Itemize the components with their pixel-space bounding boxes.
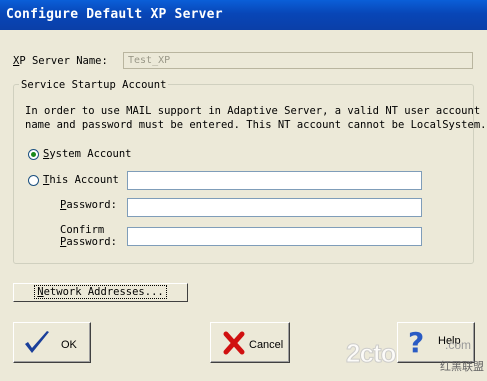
- server-name-label-text: P Server Name:: [19, 55, 108, 67]
- description-line-2: name and password must be entered. This …: [25, 119, 487, 131]
- check-icon: [25, 331, 49, 353]
- watermark-brand: 2cto: [345, 338, 396, 369]
- network-label-text: etwork Addresses...: [43, 286, 164, 298]
- system-account-radio[interactable]: [28, 149, 39, 160]
- this-account-label-text: his Account: [49, 174, 119, 186]
- svg-text:?: ?: [408, 326, 424, 356]
- this-account-radio[interactable]: [28, 175, 39, 186]
- cancel-label: Cancel: [249, 339, 284, 351]
- help-label: Help: [438, 335, 461, 347]
- confirm-password-input[interactable]: [127, 227, 422, 246]
- cancel-icon: [223, 331, 245, 355]
- network-addresses-focus: Network Addresses...: [34, 285, 167, 299]
- password-label-text: assword:: [66, 199, 117, 211]
- help-button[interactable]: ? Help: [397, 322, 475, 363]
- system-account-label[interactable]: System Account: [43, 148, 132, 160]
- cancel-button[interactable]: Cancel: [210, 322, 290, 363]
- server-name-field: Test_XP: [123, 52, 473, 69]
- server-name-value: Test_XP: [128, 55, 171, 66]
- confirm-label-line1: Confirm: [60, 224, 105, 236]
- password-label: Password:: [60, 199, 117, 211]
- this-account-label[interactable]: This Account: [43, 174, 119, 186]
- ok-label: OK: [61, 339, 77, 351]
- service-startup-legend: Service Startup Account: [19, 79, 169, 91]
- title-bar: Configure Default XP Server: [0, 0, 487, 30]
- this-account-input[interactable]: [127, 171, 422, 190]
- network-addresses-button[interactable]: Network Addresses...: [13, 283, 188, 302]
- window-title: Configure Default XP Server: [6, 7, 223, 22]
- confirm-label-line2: Password:: [60, 236, 117, 248]
- password-input[interactable]: [127, 198, 422, 217]
- confirm-label-text: assword:: [66, 236, 117, 248]
- server-name-label: XP Server Name:: [13, 55, 108, 67]
- help-question-icon: ?: [408, 326, 424, 356]
- ok-button[interactable]: OK: [13, 322, 91, 363]
- system-account-label-text: ystem Account: [49, 148, 132, 160]
- description-line-1: In order to use MAIL support in Adaptive…: [25, 105, 481, 117]
